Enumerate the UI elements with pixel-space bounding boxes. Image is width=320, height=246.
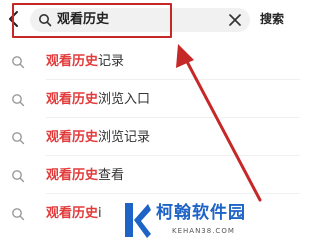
watermark: 柯翰软件园 KEHAN38.COM: [120, 200, 300, 246]
search-button[interactable]: 搜索: [260, 10, 284, 28]
suggestion-rest: 记录: [98, 54, 125, 69]
suggestion-item[interactable]: 观看历史记录: [0, 46, 300, 78]
suggestion-highlight: 观看历史: [46, 168, 99, 183]
suggestion-text: 观看历史查看: [46, 167, 124, 185]
search-icon: [12, 56, 25, 69]
suggestion-item[interactable]: 观看历史浏览记录: [0, 122, 300, 154]
suggestion-highlight: 观看历史: [46, 92, 99, 107]
suggestion-rest: 浏览入口: [98, 92, 151, 107]
suggestion-text: 观看历史记录: [46, 53, 124, 71]
divider: [46, 79, 300, 80]
suggestion-rest: i: [98, 206, 102, 221]
search-icon: [12, 94, 25, 107]
suggestion-rest: 查看: [98, 168, 125, 183]
watermark-logo-icon: [125, 203, 151, 238]
suggestion-highlight: 观看历史: [46, 206, 99, 221]
suggestion-highlight: 观看历史: [46, 54, 99, 69]
watermark-name: 柯翰软件园: [156, 203, 246, 223]
suggestion-rest: 浏览记录: [98, 130, 151, 145]
suggestion-item[interactable]: 观看历史查看: [0, 160, 300, 192]
search-icon: [12, 170, 25, 183]
suggestion-text: 观看历史i: [46, 205, 102, 223]
suggestion-highlight: 观看历史: [46, 130, 99, 145]
annotation-highlight-box: [12, 3, 172, 38]
suggestion-item[interactable]: 观看历史浏览入口: [0, 84, 300, 116]
watermark-url: KEHAN38.COM: [172, 227, 235, 235]
suggestion-text: 观看历史浏览入口: [46, 91, 150, 109]
search-icon: [12, 132, 25, 145]
divider: [46, 193, 300, 194]
search-icon: [12, 208, 25, 221]
suggestion-text: 观看历史浏览记录: [46, 129, 150, 147]
divider: [46, 155, 300, 156]
close-icon[interactable]: [228, 13, 242, 27]
divider: [46, 117, 300, 118]
